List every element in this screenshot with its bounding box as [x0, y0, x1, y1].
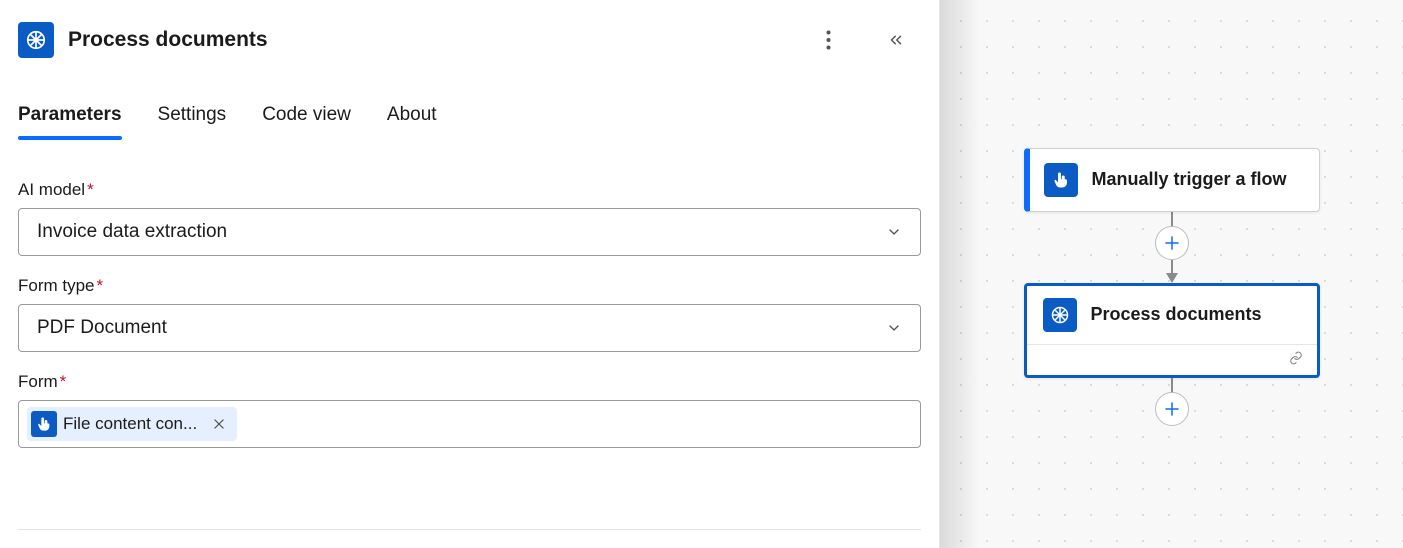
select-form-type[interactable]: PDF Document: [18, 304, 921, 352]
canvas-shadow: [940, 0, 980, 548]
header-actions: [813, 25, 921, 55]
select-ai-model[interactable]: Invoice data extraction: [18, 208, 921, 256]
label-form-text: Form: [18, 372, 58, 391]
chevrons-left-icon: [887, 31, 905, 49]
touch-icon: [31, 411, 57, 437]
label-ai-model-text: AI model: [18, 180, 85, 199]
plus-icon: [1163, 400, 1181, 418]
label-form: Form*: [18, 372, 921, 392]
node-manual-trigger[interactable]: Manually trigger a flow: [1024, 148, 1320, 212]
chevron-down-icon: [886, 224, 902, 240]
tab-code-view[interactable]: Code view: [262, 104, 351, 136]
label-form-type-text: Form type: [18, 276, 95, 295]
field-form-type: Form type* PDF Document: [18, 276, 921, 352]
input-form[interactable]: File content con...: [18, 400, 921, 448]
chevron-down-icon: [886, 320, 902, 336]
node-title: Process documents: [1091, 303, 1262, 326]
remove-token-button[interactable]: [207, 412, 231, 436]
tab-settings[interactable]: Settings: [158, 104, 227, 136]
token-label: File content con...: [63, 414, 197, 434]
select-ai-model-value: Invoice data extraction: [37, 221, 227, 243]
ai-builder-icon: [1043, 298, 1077, 332]
more-options-button[interactable]: [813, 25, 843, 55]
ai-builder-icon: [18, 22, 54, 58]
label-form-type: Form type*: [18, 276, 921, 296]
touch-icon: [1044, 163, 1078, 197]
vertical-dots-icon: [826, 30, 831, 50]
node-title: Manually trigger a flow: [1092, 168, 1287, 191]
label-ai-model: AI model*: [18, 180, 921, 200]
plus-icon: [1163, 234, 1181, 252]
action-config-panel: Process documents Parameters Settings Co…: [0, 0, 940, 548]
flow-canvas[interactable]: Manually trigger a flow: [940, 0, 1403, 548]
connector-line: [1171, 378, 1173, 392]
connector: [1155, 378, 1189, 426]
link-icon: [1287, 351, 1305, 370]
node-process-documents[interactable]: Process documents: [1024, 283, 1320, 378]
connector: [1155, 212, 1189, 283]
connector-line: [1171, 212, 1173, 226]
collapse-panel-button[interactable]: [881, 25, 911, 55]
panel-header: Process documents: [18, 22, 921, 58]
panel-divider: [18, 529, 921, 530]
close-icon: [212, 417, 226, 431]
field-form: Form* File content con...: [18, 372, 921, 448]
required-asterisk: *: [60, 372, 67, 391]
tabs-bar: Parameters Settings Code view About: [18, 104, 921, 136]
field-ai-model: AI model* Invoice data extraction: [18, 180, 921, 256]
select-form-type-value: PDF Document: [37, 317, 167, 339]
connector-arrow: [1166, 273, 1178, 283]
required-asterisk: *: [97, 276, 104, 295]
tab-about[interactable]: About: [387, 104, 437, 136]
add-step-button[interactable]: [1155, 392, 1189, 426]
node-top-row: Process documents: [1027, 286, 1317, 345]
flow-column: Manually trigger a flow: [1024, 148, 1320, 426]
panel-title: Process documents: [68, 28, 799, 52]
tab-parameters[interactable]: Parameters: [18, 104, 122, 136]
node-bottom-row: [1027, 345, 1317, 375]
required-asterisk: *: [87, 180, 94, 199]
add-step-button[interactable]: [1155, 226, 1189, 260]
connector-line: [1171, 260, 1173, 274]
token-file-content[interactable]: File content con...: [27, 407, 237, 441]
